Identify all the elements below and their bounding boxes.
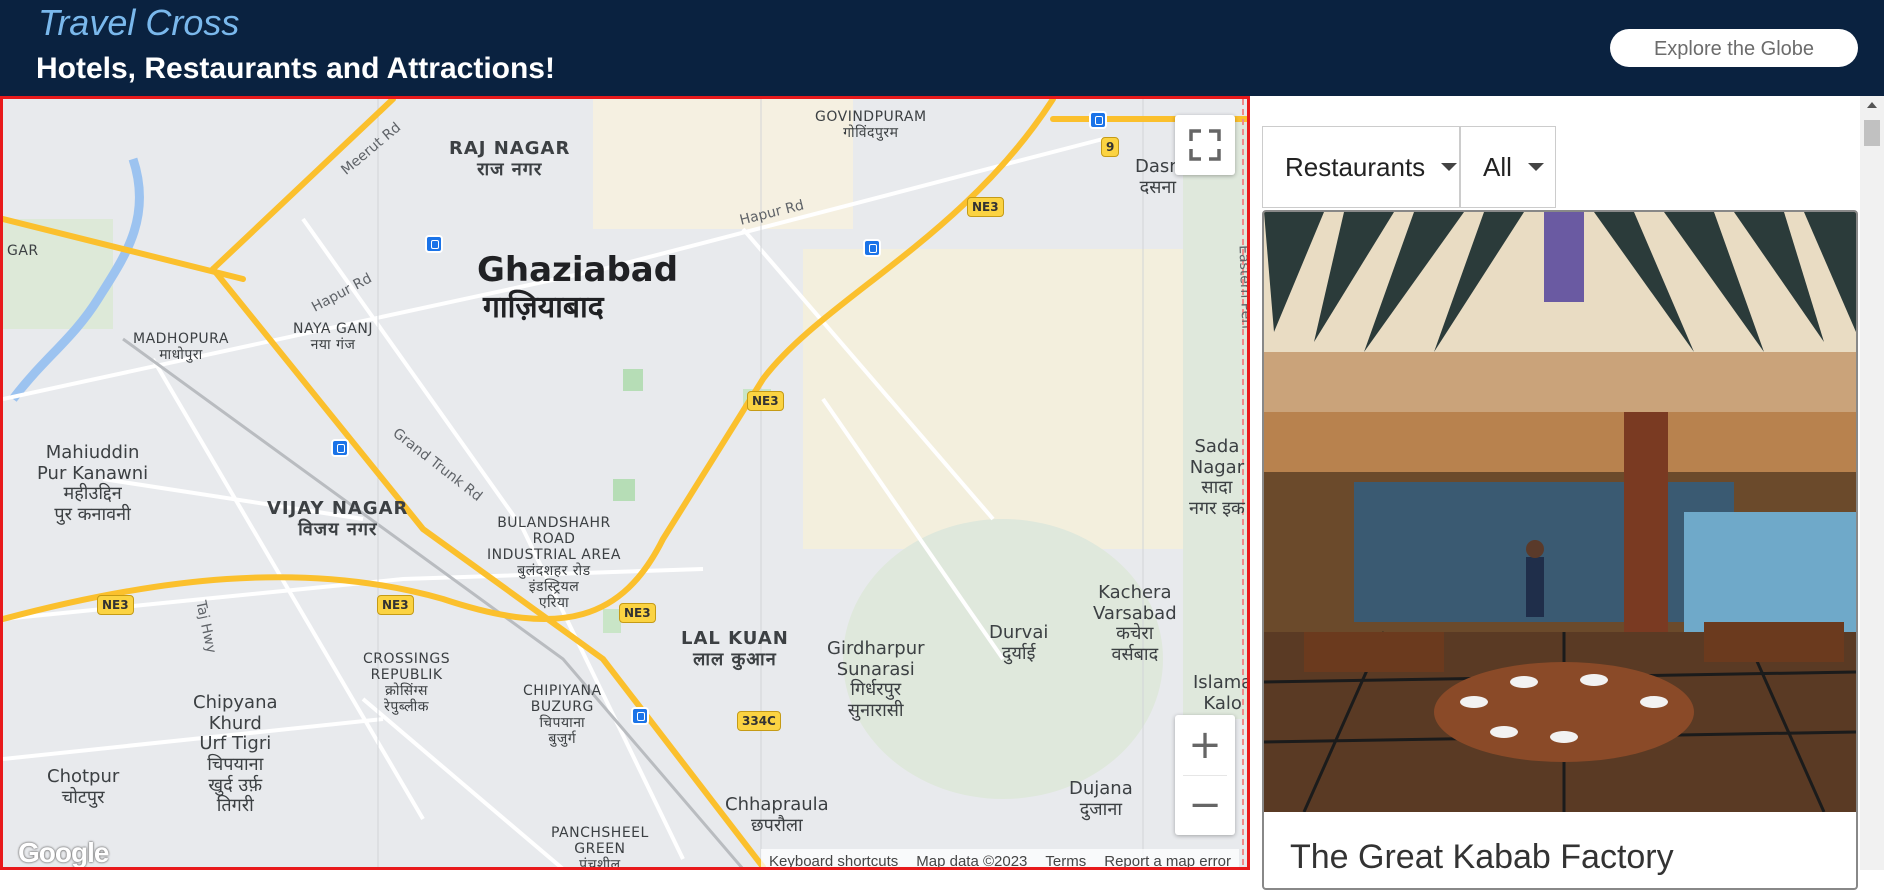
map-place-label: Sada Nagar सादा नगर इक <box>1189 436 1245 520</box>
transit-station-icon[interactable] <box>863 239 881 257</box>
rating-select-value: All <box>1483 151 1512 182</box>
map-place-label: Islama Kalo <box>1193 672 1250 714</box>
filter-bar: Restaurants All <box>1262 126 1556 208</box>
map-data-text: Map data ©2023 <box>916 852 1028 870</box>
map-place-label: VIJAY NAGAR विजय नगर <box>267 498 409 540</box>
transit-station-icon[interactable] <box>425 235 443 253</box>
map-place-label: Chhapraula छपरौला <box>725 794 829 836</box>
app-header: Travel Cross Hotels, Restaurants and Att… <box>0 0 1884 96</box>
map-canvas <box>3 99 1247 867</box>
map-place-label: RAJ NAGAR राज नगर <box>449 138 571 180</box>
map-place-label: Durvai दुर्याई <box>989 622 1049 664</box>
page-tagline: Hotels, Restaurants and Attractions! <box>36 52 555 85</box>
transit-station-icon[interactable] <box>631 707 649 725</box>
brand-title[interactable]: Travel Cross <box>38 2 239 44</box>
map-view[interactable]: Ghaziabad गाज़ियाबाद GOVINDPURAM गोविंदप… <box>0 96 1250 870</box>
category-select[interactable]: Restaurants <box>1262 126 1460 208</box>
map-place-label: MADHOPURA माधोपुरा <box>133 331 229 364</box>
chevron-down-icon <box>1527 163 1544 171</box>
map-place-label: Dasn दसना <box>1135 156 1181 198</box>
scrollbar-thumb[interactable] <box>1864 120 1880 146</box>
fullscreen-icon <box>1189 129 1221 161</box>
zoom-control: + − <box>1175 715 1235 835</box>
map-place-label: PANCHSHEEL GREEN पंचशील <box>551 825 649 870</box>
map-road-label: Eastern Peri <box>1235 244 1250 330</box>
map-place-label: LAL KUAN लाल कुआन <box>681 628 789 670</box>
map-place-label: Girdharpur Sunarasi गिर्धरपुर सुनारासी <box>827 638 925 722</box>
transit-station-icon[interactable] <box>1089 111 1107 129</box>
map-attribution: Keyboard shortcuts Map data ©2023 Terms … <box>761 849 1239 870</box>
highway-shield: 334C <box>737 711 781 731</box>
highway-shield: NE3 <box>97 595 134 615</box>
places-panel: Restaurants All The Great Kabab Factory <box>1250 96 1884 890</box>
explore-globe-button[interactable]: Explore the Globe <box>1610 29 1858 67</box>
keyboard-shortcuts-link[interactable]: Keyboard shortcuts <box>769 853 898 868</box>
terms-link[interactable]: Terms <box>1045 853 1086 868</box>
map-place-label: CHIPIYANA BUZURG चिपयाना बुजुर्ग <box>523 683 602 748</box>
place-title[interactable]: The Great Kabab Factory <box>1290 838 1674 877</box>
map-place-label: Dujana दुजाना <box>1069 778 1133 820</box>
google-logo: Google <box>18 837 109 868</box>
highway-shield: NE3 <box>747 391 784 411</box>
highway-shield: NE3 <box>619 603 656 623</box>
map-place-label: Chipyana Khurd Urf Tigri चिपयाना खुर्द उ… <box>193 692 278 817</box>
highway-shield: 9 <box>1101 137 1120 157</box>
fullscreen-button[interactable] <box>1175 115 1235 175</box>
report-map-error-link[interactable]: Report a map error <box>1104 853 1231 868</box>
category-select-value: Restaurants <box>1285 151 1426 182</box>
restaurant-photo[interactable] <box>1264 212 1856 812</box>
map-place-label: CROSSINGS REPUBLIK क्रोसिंग्स रेपुब्लीक <box>363 651 451 716</box>
map-place-label: GOVINDPURAM गोविंदपुरम <box>815 109 927 142</box>
map-place-label: Kachera Varsabad कचेरा वर्सबाद <box>1093 582 1177 666</box>
highway-shield: NE3 <box>967 197 1004 217</box>
highway-shield: NE3 <box>377 595 414 615</box>
transit-station-icon[interactable] <box>331 439 349 457</box>
map-place-label: Chotpur चोटपुर <box>47 766 120 808</box>
map-place-label: Mahiuddin Pur Kanawni महीउद्दिन पुर कनाव… <box>37 442 149 526</box>
panel-scrollbar[interactable] <box>1860 96 1884 870</box>
map-place-label: GAR <box>7 243 39 259</box>
map-city-label-hindi: गाज़ियाबाद <box>483 290 604 325</box>
map-place-label: NAYA GANJ नया गंज <box>293 321 373 354</box>
chevron-down-icon <box>1441 163 1458 171</box>
zoom-out-button[interactable]: − <box>1175 775 1235 835</box>
place-card[interactable]: The Great Kabab Factory <box>1262 210 1858 890</box>
map-place-label: BULANDSHAHR ROAD INDUSTRIAL AREA बुलंदशह… <box>487 515 621 612</box>
rating-select[interactable]: All <box>1460 126 1556 208</box>
scroll-up-icon[interactable] <box>1867 102 1877 108</box>
map-city-label: Ghaziabad <box>477 250 679 290</box>
zoom-in-button[interactable]: + <box>1175 715 1235 775</box>
